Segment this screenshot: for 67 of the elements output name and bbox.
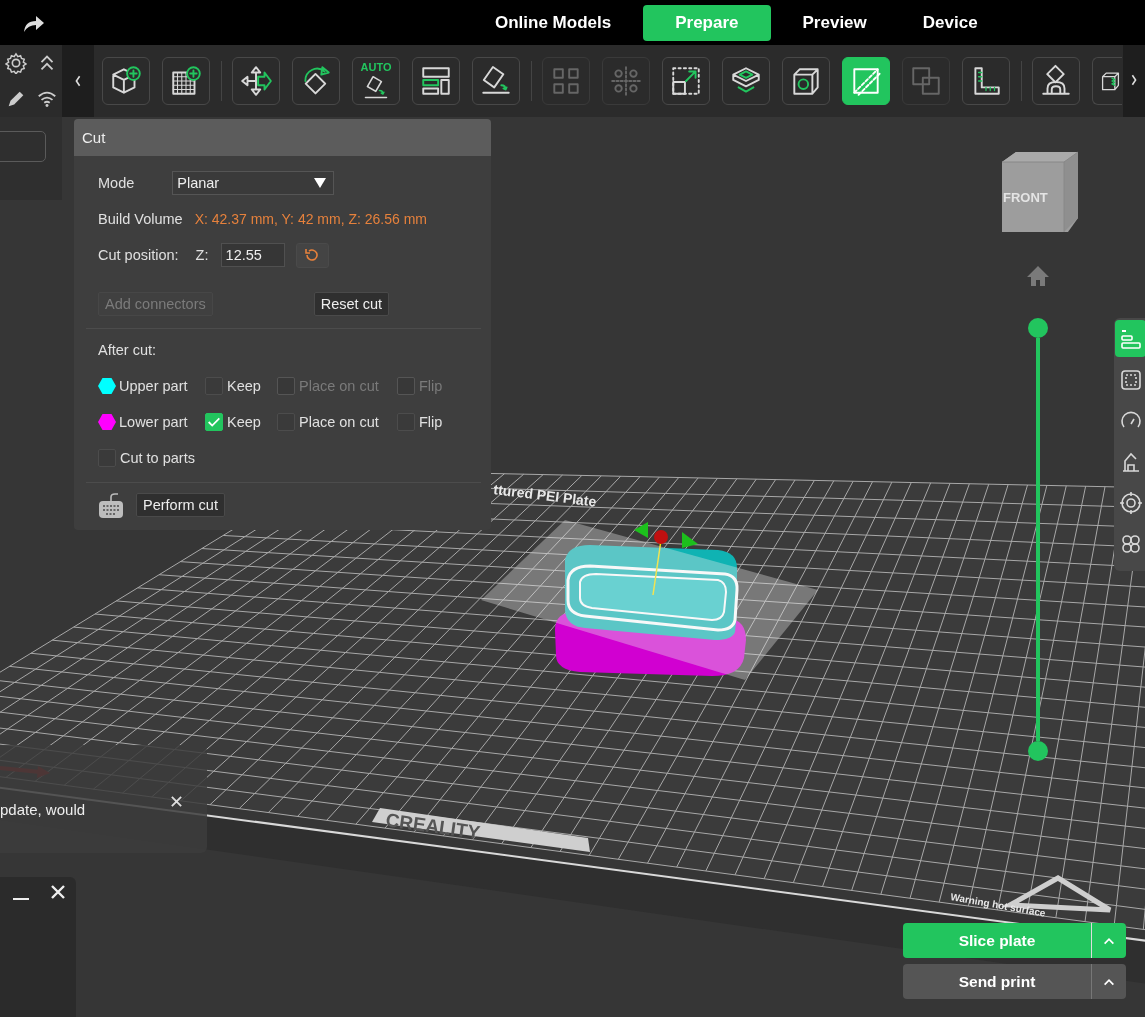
slider-handle[interactable] bbox=[1028, 318, 1048, 338]
move-arrows-icon bbox=[239, 64, 273, 98]
input-field[interactable] bbox=[0, 131, 46, 162]
toolbar-button[interactable] bbox=[102, 57, 150, 105]
axis-label: Z: bbox=[195, 247, 210, 263]
toolbar-button[interactable]: AUTO bbox=[352, 57, 400, 105]
toolbar-button[interactable] bbox=[962, 57, 1010, 105]
layout-icon bbox=[419, 64, 453, 98]
toolbar-button[interactable] bbox=[1032, 57, 1080, 105]
panel-title: Cut bbox=[74, 119, 491, 156]
toolbar-button[interactable] bbox=[412, 57, 460, 105]
part-label: Upper part bbox=[119, 378, 188, 394]
toolbar-button[interactable] bbox=[162, 57, 210, 105]
expand-button[interactable] bbox=[1091, 964, 1126, 999]
field-label: Mode bbox=[98, 175, 135, 191]
toolbar-button[interactable] bbox=[472, 57, 520, 105]
minimize-icon bbox=[13, 898, 29, 900]
nav-tab[interactable]: Device bbox=[898, 4, 1002, 41]
toolbar-button[interactable] bbox=[782, 57, 830, 105]
gears-grid-icon bbox=[609, 64, 643, 98]
option-label: Keep bbox=[227, 378, 261, 394]
toolbar-button[interactable] bbox=[662, 57, 710, 105]
slider-track[interactable] bbox=[1036, 338, 1040, 741]
home-icon[interactable] bbox=[1026, 264, 1050, 288]
notification-text: pdate, would bbox=[0, 801, 86, 818]
support-icon bbox=[1039, 64, 1073, 98]
option-label: Place on cut bbox=[299, 378, 379, 394]
scale-icon bbox=[669, 64, 703, 98]
settings-icon[interactable] bbox=[4, 52, 27, 74]
plate-label: CREALITY bbox=[384, 809, 482, 844]
mode-dropdown[interactable]: Planar bbox=[172, 171, 335, 195]
plate-label: ttured PEI Plate bbox=[492, 481, 598, 510]
action-button[interactable]: Send print bbox=[903, 964, 1091, 999]
option-label: Keep bbox=[227, 414, 261, 430]
chevron-right-icon bbox=[1130, 72, 1138, 87]
build-volume-value: X: 42.37 mm, Y: 42 mm, Z: 26.56 mm bbox=[194, 211, 428, 227]
toolbar-button[interactable] bbox=[292, 57, 340, 105]
overlap-squares-icon bbox=[909, 64, 943, 98]
dropdown-arrow-icon bbox=[313, 177, 328, 189]
keyboard-icon[interactable] bbox=[98, 491, 124, 519]
option-label: Place on cut bbox=[299, 414, 379, 430]
plate-label: Warning hot surface bbox=[949, 891, 1047, 919]
toolbar-button[interactable] bbox=[722, 57, 770, 105]
chevron-left-icon bbox=[74, 74, 82, 88]
option-label: Flip bbox=[419, 414, 443, 430]
checkbox[interactable] bbox=[205, 413, 223, 431]
option-label: Flip bbox=[419, 378, 443, 394]
perform-cut-button[interactable]: Perform cut bbox=[136, 493, 225, 517]
nav-tab[interactable]: Preview bbox=[778, 4, 891, 41]
part-label: Lower part bbox=[119, 414, 188, 430]
option-label: Cut to parts bbox=[120, 450, 195, 466]
field-label: Build Volume bbox=[98, 211, 183, 227]
close-icon bbox=[170, 795, 183, 808]
frame-icon bbox=[1118, 367, 1143, 392]
reset-icon bbox=[304, 247, 321, 263]
nav-tab[interactable]: Online Models bbox=[471, 4, 636, 41]
section-label: After cut: bbox=[98, 342, 157, 358]
grid-plus-icon bbox=[169, 64, 203, 98]
target-icon bbox=[1118, 490, 1143, 515]
field-label: Cut position: bbox=[98, 247, 179, 263]
view-cube-label: FRONT bbox=[1003, 190, 1048, 205]
toolbar-button[interactable] bbox=[232, 57, 280, 105]
cut-position-field[interactable]: 12.55 bbox=[220, 243, 285, 267]
reset-button[interactable] bbox=[295, 242, 329, 268]
toolbar-button[interactable] bbox=[1092, 57, 1122, 105]
reset-cut-button[interactable]: Reset cut bbox=[313, 292, 389, 316]
close-icon bbox=[50, 884, 66, 900]
